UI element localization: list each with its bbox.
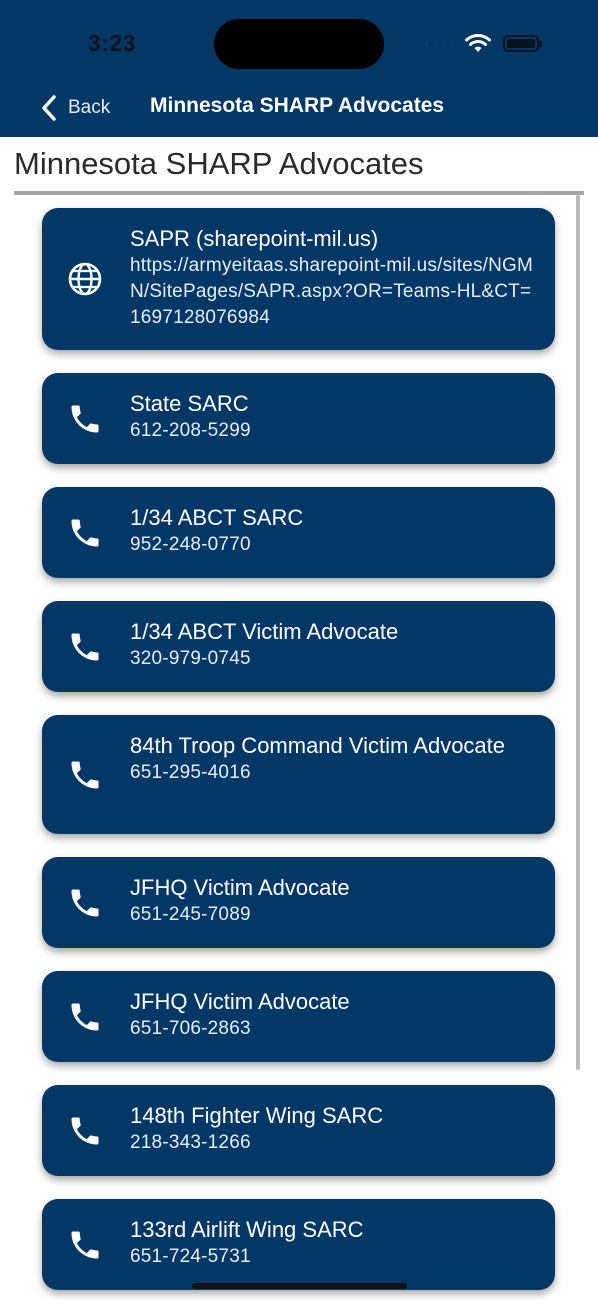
back-label: Back [68, 97, 111, 118]
navigation-bar: Back Minnesota SHARP Advocates [0, 88, 598, 128]
contact-card-134-abct-sarc[interactable]: 1/34 ABCT SARC 952-248-0770 [42, 487, 555, 578]
header-bar: 3:23 Back Minnesota SHARP Advocates [0, 0, 598, 137]
phone-icon [71, 519, 99, 547]
contact-phone: 651-295-4016 [130, 762, 251, 783]
contact-card-84th-troop-command[interactable]: 84th Troop Command Victim Advocate 651-2… [42, 715, 555, 834]
contact-card-133rd-airlift-wing-sarc[interactable]: 133rd Airlift Wing SARC 651-724-5731 [42, 1199, 555, 1290]
contact-phone: 651-724-5731 [130, 1246, 251, 1267]
phone-icon [71, 889, 99, 917]
contact-title: 1/34 ABCT Victim Advocate [130, 619, 399, 644]
contact-phone: 651-706-2863 [130, 1018, 251, 1039]
contact-url: https://armyeitaas.sharepoint-mil.us/sit… [130, 255, 534, 328]
phone-icon [71, 1003, 99, 1031]
phone-icon [71, 405, 99, 433]
contact-phone: 651-245-7089 [130, 904, 251, 925]
contact-phone: 320-979-0745 [130, 648, 251, 669]
contact-card-jfhq-victim-advocate-1[interactable]: JFHQ Victim Advocate 651-245-7089 [42, 857, 555, 948]
phone-icon [71, 761, 99, 789]
dynamic-island [214, 19, 384, 69]
contact-card-sapr-link[interactable]: SAPR (sharepoint-mil.us) https://armyeit… [42, 208, 555, 350]
contact-title: 148th Fighter Wing SARC [130, 1103, 384, 1128]
scrollbar[interactable] [576, 195, 580, 1070]
contact-title: 133rd Airlift Wing SARC [130, 1217, 364, 1242]
screen: 3:23 Back Minnesota SHARP Advocates Minn [0, 0, 598, 1300]
page-title: Minnesota SHARP Advocates [14, 146, 424, 181]
battery-icon [503, 34, 542, 52]
nav-title: Minnesota SHARP Advocates [150, 94, 445, 117]
phone-icon [71, 633, 99, 661]
status-time: 3:23 [88, 30, 137, 56]
wifi-icon [465, 34, 491, 52]
contact-card-state-sarc[interactable]: State SARC 612-208-5299 [42, 373, 555, 464]
contact-phone: 612-208-5299 [130, 420, 251, 441]
contact-card-jfhq-victim-advocate-2[interactable]: JFHQ Victim Advocate 651-706-2863 [42, 971, 555, 1062]
chevron-left-icon [42, 95, 56, 121]
contact-title: JFHQ Victim Advocate [130, 875, 350, 900]
back-button[interactable]: Back [40, 88, 110, 128]
contact-phone: 218-343-1266 [130, 1132, 251, 1153]
cellular-signal-icon [424, 40, 453, 46]
phone-icon [71, 1231, 99, 1259]
contact-title: JFHQ Victim Advocate [130, 989, 350, 1014]
status-icons [424, 32, 542, 54]
heading-divider [14, 191, 584, 195]
contact-title: SAPR (sharepoint-mil.us) [130, 226, 379, 251]
contact-card-148th-fighter-wing-sarc[interactable]: 148th Fighter Wing SARC 218-343-1266 [42, 1085, 555, 1176]
phone-icon [71, 1117, 99, 1145]
contact-title: 1/34 ABCT SARC [130, 505, 304, 530]
contact-card-134-abct-victim-advocate[interactable]: 1/34 ABCT Victim Advocate 320-979-0745 [42, 601, 555, 692]
globe-icon [68, 262, 102, 296]
contact-phone: 952-248-0770 [130, 534, 251, 555]
contact-title: State SARC [130, 391, 249, 416]
home-indicator[interactable] [192, 1283, 407, 1289]
contact-title: 84th Troop Command Victim Advocate [130, 733, 506, 758]
